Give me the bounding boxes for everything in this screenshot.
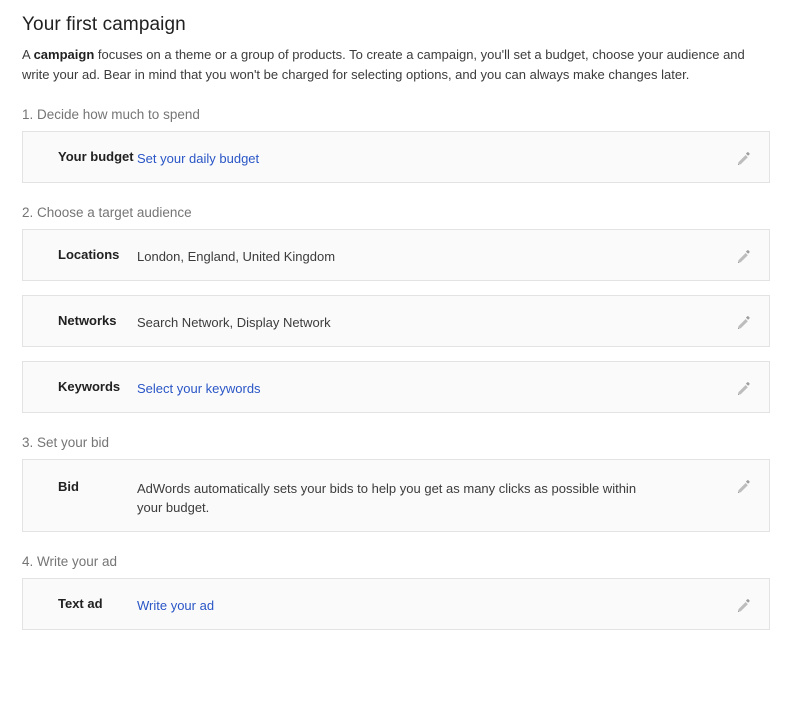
setting-value: London, England, United Kingdom bbox=[137, 230, 682, 280]
setting-label: Locations bbox=[23, 230, 137, 262]
section-heading: 4. Write your ad bbox=[22, 532, 770, 578]
pencil-icon[interactable] bbox=[736, 597, 753, 614]
setting-value[interactable]: Set your daily budget bbox=[137, 132, 682, 182]
setting-card[interactable]: KeywordsSelect your keywords bbox=[22, 361, 770, 413]
pencil-icon[interactable] bbox=[736, 380, 753, 397]
setting-value: AdWords automatically sets your bids to … bbox=[137, 460, 682, 531]
setting-card[interactable]: Your budgetSet your daily budget bbox=[22, 131, 770, 183]
setting-label: Keywords bbox=[23, 362, 137, 394]
setting-value[interactable]: Write your ad bbox=[137, 579, 682, 629]
setting-value[interactable]: Select your keywords bbox=[137, 362, 682, 412]
section-heading: 3. Set your bid bbox=[22, 413, 770, 459]
section-heading: 1. Decide how much to spend bbox=[22, 85, 770, 131]
section-heading: 2. Choose a target audience bbox=[22, 183, 770, 229]
intro-prefix: A bbox=[22, 47, 34, 62]
card-spacer bbox=[22, 347, 770, 361]
page-title: Your first campaign bbox=[22, 0, 770, 36]
page-intro: A campaign focuses on a theme or a group… bbox=[22, 45, 756, 85]
setting-value-link[interactable]: Write your ad bbox=[137, 598, 214, 613]
setting-label: Networks bbox=[23, 296, 137, 328]
setting-label: Bid bbox=[23, 460, 137, 494]
setting-value-link[interactable]: Set your daily budget bbox=[137, 151, 259, 166]
pencil-icon[interactable] bbox=[736, 150, 753, 167]
setting-card[interactable]: Text adWrite your ad bbox=[22, 578, 770, 630]
setting-label: Text ad bbox=[23, 579, 137, 611]
card-spacer bbox=[22, 281, 770, 295]
setting-value-link[interactable]: Select your keywords bbox=[137, 381, 261, 396]
campaign-setup-page: Your first campaign A campaign focuses o… bbox=[0, 0, 792, 630]
intro-bold-term: campaign bbox=[34, 47, 95, 62]
setting-card[interactable]: NetworksSearch Network, Display Network bbox=[22, 295, 770, 347]
pencil-icon[interactable] bbox=[736, 314, 753, 331]
sections-container: 1. Decide how much to spendYour budgetSe… bbox=[22, 85, 770, 630]
pencil-icon[interactable] bbox=[736, 478, 753, 495]
setting-value: Search Network, Display Network bbox=[137, 296, 682, 346]
setting-label: Your budget bbox=[23, 132, 137, 164]
setting-card[interactable]: BidAdWords automatically sets your bids … bbox=[22, 459, 770, 532]
intro-rest: focuses on a theme or a group of product… bbox=[22, 47, 745, 82]
setting-card[interactable]: LocationsLondon, England, United Kingdom bbox=[22, 229, 770, 281]
pencil-icon[interactable] bbox=[736, 248, 753, 265]
